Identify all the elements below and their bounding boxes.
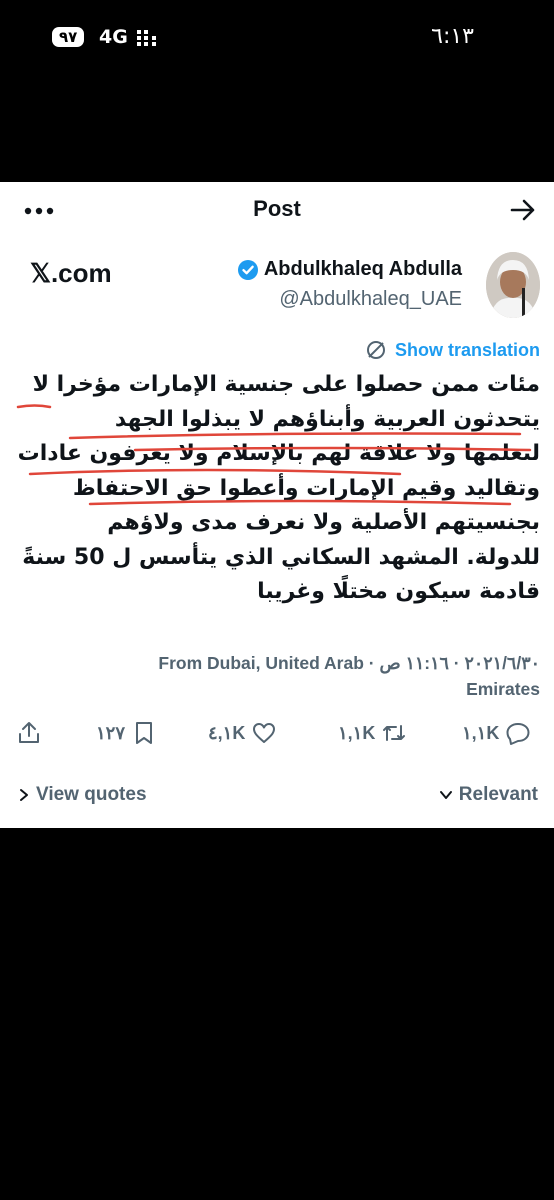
network-indicator: 4G xyxy=(99,26,128,48)
tweet-line: لتعلمها ولا علاقة لهم بالإسلام ولا يعرفو… xyxy=(17,441,540,466)
show-translation-label: Show translation xyxy=(394,339,540,360)
tweet-line: قادمة سيكون مختلًا وغريبا xyxy=(257,579,540,604)
repost-icon xyxy=(383,725,406,741)
page-title: Post xyxy=(253,196,301,221)
view-quotes-button[interactable]: View quotes xyxy=(18,784,147,806)
tweet-line: وتقاليد وقيم الإمارات وأعطوا حق الاحتفاظ xyxy=(72,475,540,501)
reply-icon xyxy=(506,723,530,745)
tweet-line: يتحدثون العربية وأبناؤهم لا يبذلوا الجهد xyxy=(114,406,540,432)
repost-count: ١,١K xyxy=(338,722,376,743)
x-watermark: 𝕏.com xyxy=(30,258,112,288)
bookmark-count: ١٢٧ xyxy=(96,722,126,743)
bookmark-button[interactable]: ١٢٧ xyxy=(96,720,157,746)
action-bar: ١٢٧ ٤,١K ١,١K ١,١K xyxy=(0,720,554,756)
tweet-line: للدولة. المشهد السكاني الذي يتأسس ل 50 س… xyxy=(22,544,540,570)
signal-icon xyxy=(137,30,156,46)
back-arrow-icon[interactable] xyxy=(508,195,538,225)
show-translation-button[interactable]: Show translation xyxy=(365,339,540,361)
relevant-label: Relevant xyxy=(458,784,538,805)
tweet-text: مئات ممن حصلوا على جنسية الإمارات مؤخرا … xyxy=(16,368,540,610)
author-name-row[interactable]: Abdulkhaleq Abdulla xyxy=(237,258,462,281)
repost-button[interactable]: ١,١K xyxy=(338,720,407,746)
status-time: ٦:١٣ xyxy=(431,24,474,49)
status-bar: ٩٧ 4G ٦:١٣ xyxy=(0,0,554,80)
tweet-line: مئات ممن حصلوا على جنسية الإمارات مؤخرا … xyxy=(32,372,540,397)
post-timestamp-location: ٢٠٢١/٦/٣٠ · ١١:١٦ ص · From Dubai, United… xyxy=(158,653,540,673)
share-icon xyxy=(19,722,39,743)
author-name: Abdulkhaleq Abdulla xyxy=(263,258,462,280)
heart-icon xyxy=(253,723,276,743)
author-handle[interactable]: @Abdulkhaleq_UAE xyxy=(279,288,462,311)
verified-badge-icon xyxy=(237,259,258,280)
like-count: ٤,١K xyxy=(208,722,246,743)
reply-count: ١,١K xyxy=(462,722,500,743)
battery-indicator: ٩٧ xyxy=(52,27,85,47)
avatar[interactable] xyxy=(486,252,540,318)
like-button[interactable]: ٤,١K xyxy=(208,720,277,746)
post-metadata: ٢٠٢١/٦/٣٠ · ١١:١٦ ص · From Dubai, United… xyxy=(80,650,540,702)
translate-icon xyxy=(366,341,385,359)
post-location-cont: Emirates xyxy=(466,679,540,699)
reply-button[interactable]: ١,١K xyxy=(462,720,531,746)
chevron-down-icon xyxy=(439,791,452,799)
chevron-right-icon xyxy=(20,789,28,801)
post-card: Post 𝕏.com Abdulkhaleq Abdulla @Abdulkha… xyxy=(0,182,554,828)
share-button[interactable] xyxy=(16,720,42,746)
view-quotes-label: View quotes xyxy=(36,784,147,805)
sort-relevant-dropdown[interactable]: Relevant xyxy=(439,784,538,806)
tweet-line: بجنسيتهم الأصلية ولا نعرف مدى ولاؤهم xyxy=(107,510,540,535)
bookmark-icon xyxy=(136,722,153,744)
